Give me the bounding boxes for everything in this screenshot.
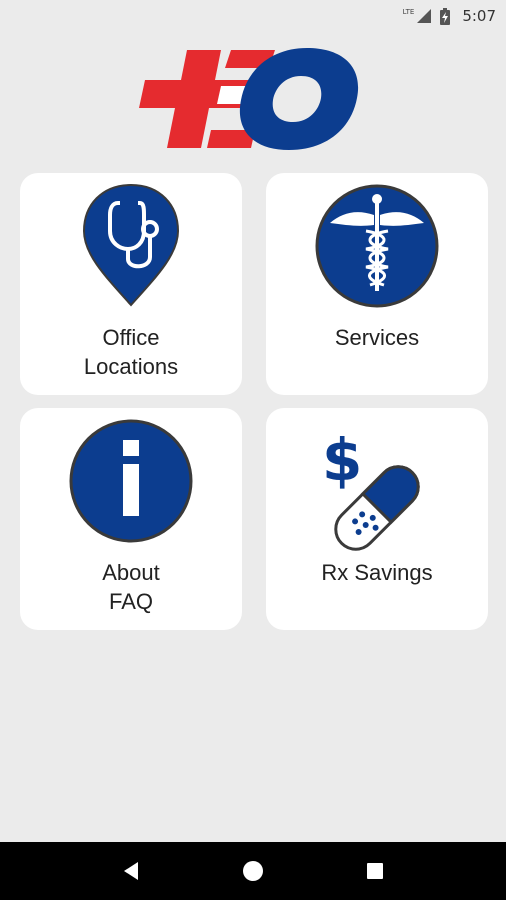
status-bar: LTE 5:07 — [0, 0, 506, 32]
back-button[interactable] — [111, 851, 151, 891]
clock: 5:07 — [462, 7, 496, 25]
battery-icon — [440, 7, 451, 25]
caduceus-icon — [315, 184, 439, 308]
rx-savings-label: Rx Savings — [321, 560, 433, 585]
stethoscope-pin-icon — [82, 183, 180, 307]
rx-savings-tile[interactable]: $ Rx Savings — [266, 408, 488, 630]
recents-icon — [367, 863, 383, 879]
app-logo — [139, 48, 359, 150]
about-faq-label: About FAQ — [102, 560, 160, 614]
services-tile[interactable]: Services — [266, 173, 488, 395]
home-button[interactable] — [233, 851, 273, 891]
home-icon — [243, 861, 263, 881]
signal-icon — [417, 9, 432, 23]
navigation-bar — [0, 842, 506, 900]
svg-text:$: $ — [322, 426, 362, 494]
back-icon — [124, 862, 138, 880]
info-icon — [69, 419, 193, 543]
office-locations-label: Office Locations — [83, 325, 179, 379]
about-faq-tile[interactable]: About FAQ — [20, 408, 242, 630]
dollar-pill-icon: $ — [322, 426, 420, 551]
network-type: LTE — [402, 8, 415, 16]
office-locations-tile[interactable]: Office Locations — [20, 173, 242, 395]
recents-button[interactable] — [355, 851, 395, 891]
services-label: Services — [334, 325, 420, 350]
